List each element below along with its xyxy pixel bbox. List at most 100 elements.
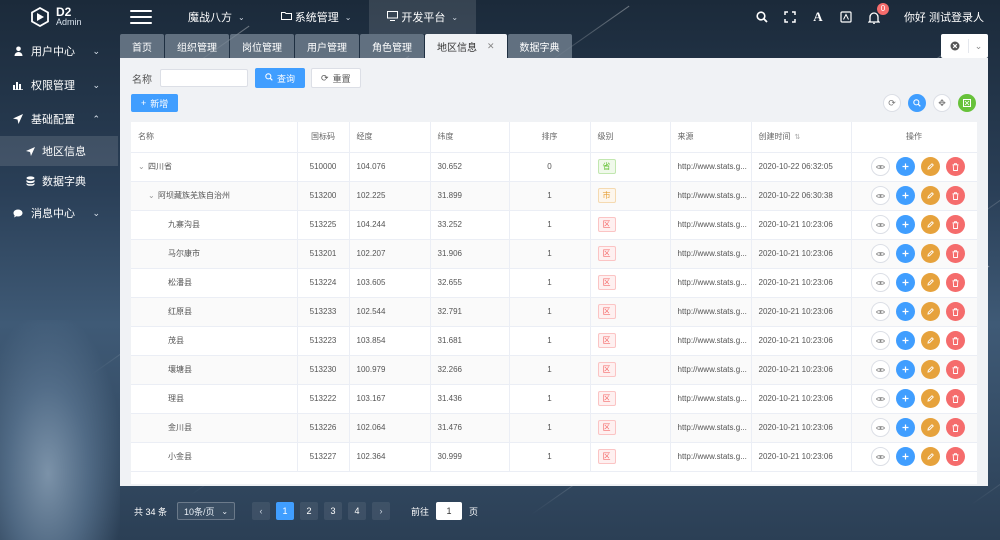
edit-icon[interactable] <box>920 418 940 437</box>
goto-page-input[interactable]: 1 <box>436 502 463 520</box>
tab-region-info[interactable]: 地区信息 ✕ <box>425 34 507 58</box>
view-icon[interactable] <box>870 215 890 234</box>
edit-icon[interactable] <box>920 447 940 466</box>
add-child-icon[interactable] <box>895 215 915 234</box>
table-row[interactable]: 马尔康市 513201 102.207 31.906 1 区 http://www.stat… <box>131 239 977 269</box>
chevron-down-icon[interactable]: ⌄ <box>969 41 988 52</box>
sidebar-item-permission[interactable]: 权限管理 ⌄ <box>0 68 118 102</box>
edit-icon[interactable] <box>920 389 940 408</box>
tab-organization[interactable]: 组织管理 <box>165 34 229 58</box>
next-page-button[interactable]: › <box>372 502 391 520</box>
delete-icon[interactable] <box>945 447 965 466</box>
delete-icon[interactable] <box>945 360 965 379</box>
edit-icon[interactable] <box>920 215 940 234</box>
add-child-icon[interactable] <box>895 186 915 205</box>
tab-position[interactable]: 岗位管理 <box>230 34 294 58</box>
add-child-icon[interactable] <box>895 302 915 321</box>
page-button-4[interactable]: 4 <box>348 502 367 520</box>
table-row[interactable]: 理县 513222 103.167 31.436 1 区 http://www.stats.… <box>131 384 977 414</box>
page-button-3[interactable]: 3 <box>324 502 343 520</box>
add-child-icon[interactable] <box>895 418 915 437</box>
sidebar-item-basic-config[interactable]: 基础配置 ⌃ <box>0 102 118 136</box>
edit-icon[interactable] <box>920 157 940 176</box>
table-row[interactable]: 金川县 513226 102.064 31.476 1 区 http://www.stats… <box>131 413 977 443</box>
bell-icon[interactable]: 0 <box>866 3 889 25</box>
user-greeting[interactable]: 你好 测试登录人 <box>904 9 984 25</box>
add-child-icon[interactable] <box>895 157 915 176</box>
reset-button[interactable]: ⟳ 重置 <box>311 68 361 88</box>
add-button[interactable]: + 新增 <box>131 94 179 112</box>
search-toggle-icon[interactable] <box>908 94 926 112</box>
table-row[interactable]: 九寨沟县 513225 104.244 33.252 1 区 http://www.stat… <box>131 210 977 240</box>
edit-icon[interactable] <box>920 331 940 350</box>
edit-icon[interactable] <box>920 302 940 321</box>
search-icon[interactable] <box>754 9 770 25</box>
edit-icon[interactable] <box>920 244 940 263</box>
fullscreen-icon[interactable] <box>782 9 798 25</box>
tab-user[interactable]: 用户管理 <box>295 34 359 58</box>
add-child-icon[interactable] <box>895 331 915 350</box>
sidebar-item-region-info[interactable]: 地区信息 <box>0 136 118 166</box>
delete-icon[interactable] <box>945 244 965 263</box>
query-button[interactable]: 查询 <box>255 68 306 88</box>
view-icon[interactable] <box>870 447 890 466</box>
delete-icon[interactable] <box>945 186 965 205</box>
expand-icon[interactable]: ⌄ <box>138 162 148 171</box>
page-button-1[interactable]: 1 <box>276 502 295 520</box>
prev-page-button[interactable]: ‹ <box>252 502 271 520</box>
view-icon[interactable] <box>870 244 890 263</box>
delete-icon[interactable] <box>945 215 965 234</box>
add-child-icon[interactable] <box>895 389 915 408</box>
view-icon[interactable] <box>870 157 890 176</box>
tab-role[interactable]: 角色管理 <box>360 34 424 58</box>
view-icon[interactable] <box>870 273 890 292</box>
expand-icon[interactable]: ⌄ <box>148 191 158 200</box>
delete-icon[interactable] <box>945 418 965 437</box>
delete-icon[interactable] <box>945 273 965 292</box>
page-button-2[interactable]: 2 <box>300 502 319 520</box>
delete-icon[interactable] <box>945 389 965 408</box>
view-icon[interactable] <box>870 331 890 350</box>
top-nav-item-2[interactable]: 系统管理 ⌄ <box>263 0 370 34</box>
view-icon[interactable] <box>870 186 890 205</box>
add-child-icon[interactable] <box>895 360 915 379</box>
font-size-icon[interactable]: A <box>810 9 826 25</box>
edit-icon[interactable] <box>920 360 940 379</box>
add-child-icon[interactable] <box>895 244 915 263</box>
column-header-created[interactable]: 创建时间 ⇅ <box>751 122 852 153</box>
tab-home[interactable]: 首页 <box>120 34 164 58</box>
sidebar-item-data-dictionary[interactable]: 数据字典 <box>0 166 118 196</box>
view-icon[interactable] <box>870 360 890 379</box>
view-icon[interactable] <box>870 302 890 321</box>
name-search-input[interactable] <box>160 69 248 87</box>
table-row[interactable]: 松潘县 513224 103.605 32.655 1 区 http://www.stats… <box>131 268 977 298</box>
delete-icon[interactable] <box>945 331 965 350</box>
page-size-select[interactable]: 10条/页 ⌄ <box>177 502 236 520</box>
close-icon[interactable]: ✕ <box>487 41 495 52</box>
table-row[interactable]: 茂县 513223 103.854 31.681 1 区 http://www.stats.… <box>131 326 977 356</box>
edit-icon[interactable] <box>920 186 940 205</box>
table-row[interactable]: ⌄ 四川省 510000 104.076 30.652 0 省 http://www.stat… <box>131 152 977 182</box>
table-row[interactable]: 小金县 513227 102.364 30.999 1 区 http://www.stats… <box>131 442 977 472</box>
table-row[interactable]: 壤塘县 513230 100.979 32.266 1 区 http://www.stats… <box>131 355 977 385</box>
refresh-icon[interactable]: ⟳ <box>883 94 901 112</box>
table-row[interactable]: ⌄ 阿坝藏族羌族自治州 513200 102.225 31.899 1 市 http://ww… <box>131 181 977 211</box>
move-icon[interactable]: ✥ <box>933 94 951 112</box>
delete-icon[interactable] <box>945 302 965 321</box>
sort-icon[interactable]: ⇅ <box>795 134 801 141</box>
tab-data-dictionary[interactable]: 数据字典 <box>507 34 572 58</box>
add-child-icon[interactable] <box>895 273 915 292</box>
translate-icon[interactable] <box>838 9 854 25</box>
export-icon[interactable] <box>958 94 976 112</box>
view-icon[interactable] <box>870 418 890 437</box>
logo[interactable]: D2 Admin <box>0 6 118 28</box>
top-nav-item-3[interactable]: 开发平台 ⌄ <box>369 0 477 34</box>
top-nav-item-1[interactable]: 魔战八方 ⌄ <box>170 0 263 34</box>
view-icon[interactable] <box>870 389 890 408</box>
add-child-icon[interactable] <box>895 447 915 466</box>
edit-icon[interactable] <box>920 273 940 292</box>
close-circle-icon[interactable] <box>941 39 969 53</box>
sidebar-item-user-center[interactable]: 用户中心 ⌄ <box>0 34 118 68</box>
sidebar-item-message-center[interactable]: 消息中心 ⌄ <box>0 196 118 230</box>
menu-toggle-icon[interactable] <box>130 10 152 24</box>
